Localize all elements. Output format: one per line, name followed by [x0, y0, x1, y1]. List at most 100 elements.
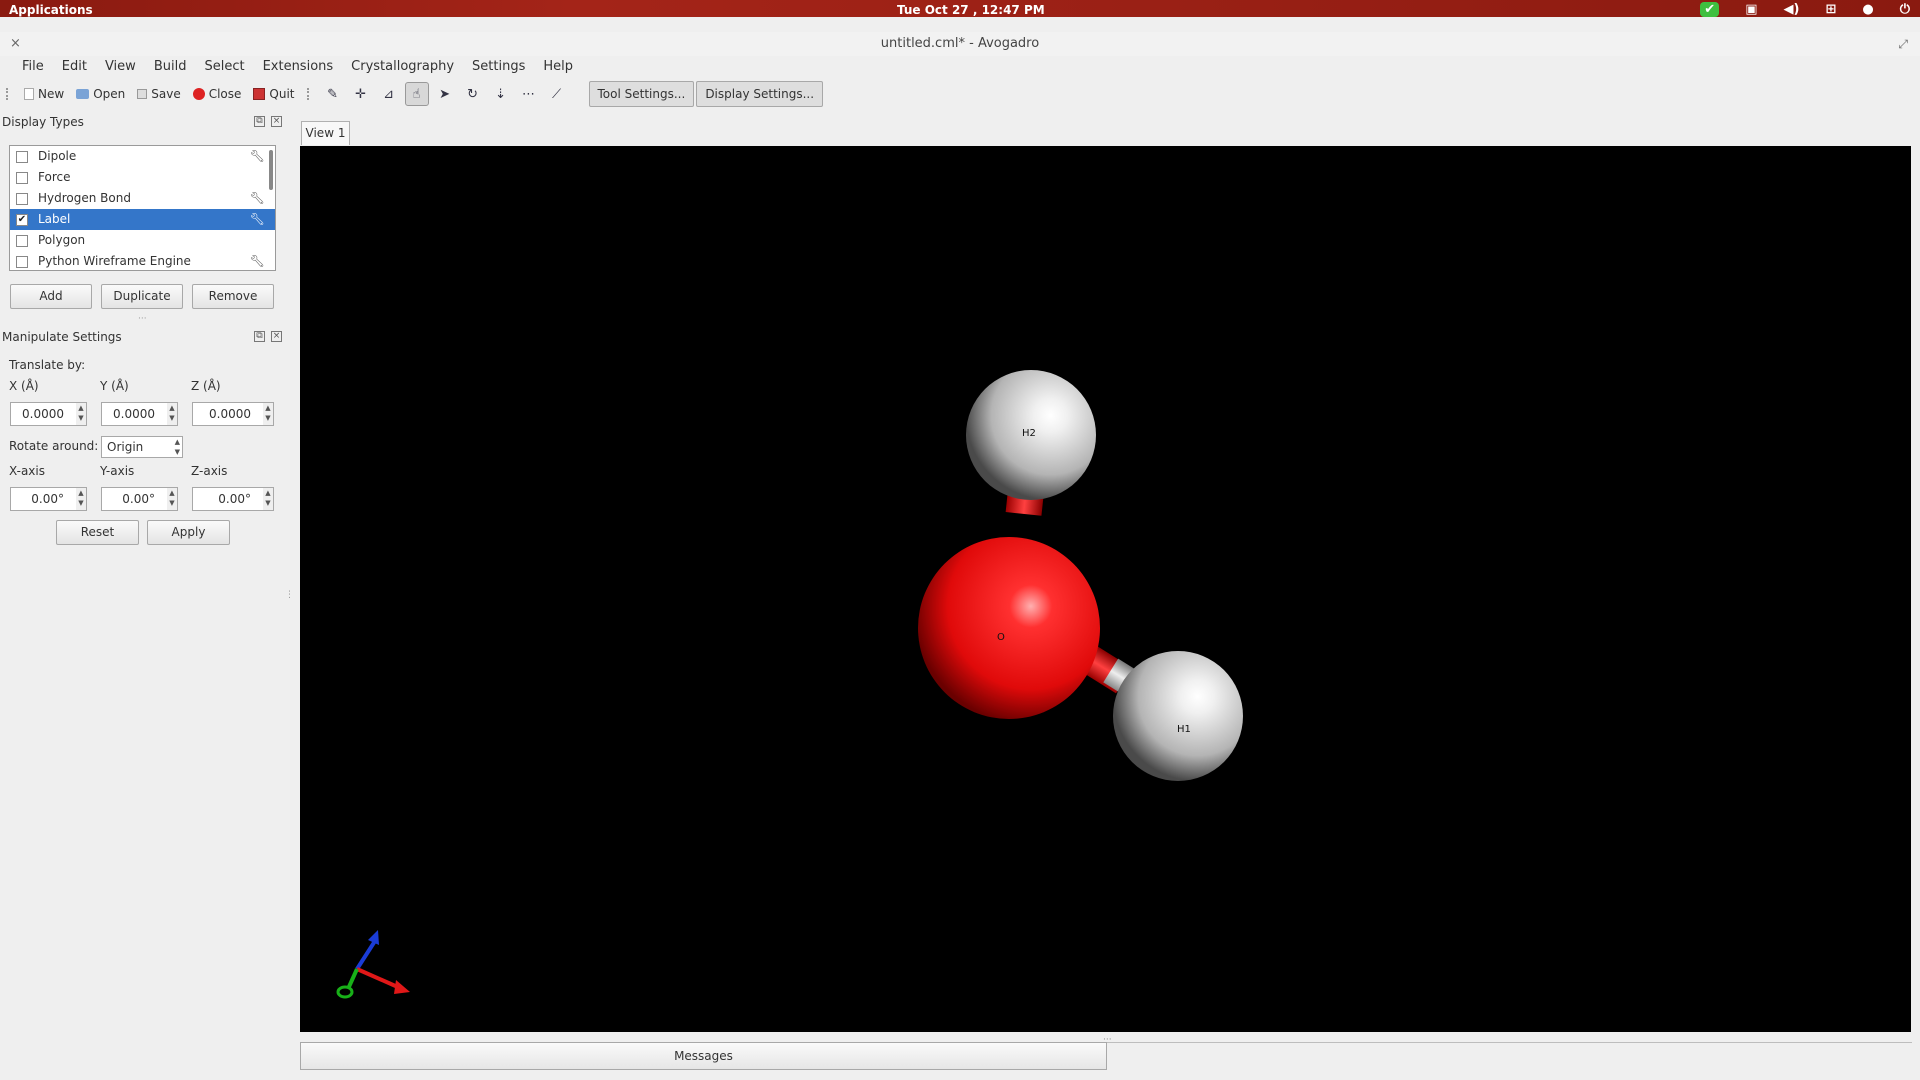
apply-button[interactable]: Apply: [147, 520, 230, 545]
new-file-icon: [24, 88, 34, 100]
vpn-icon[interactable]: ✔: [1700, 2, 1720, 17]
z-axis-label: Z-axis: [191, 464, 228, 478]
rotate-x-input[interactable]: 0.00° ▲ ▼: [10, 487, 87, 511]
rotate-around-select[interactable]: Origin ▲ ▼: [101, 436, 183, 458]
atom-label-h1: H1: [1177, 724, 1191, 735]
wrench-icon[interactable]: 🔧︎: [250, 146, 265, 167]
molecule-render: [336, 370, 1243, 999]
close-dock-icon[interactable]: ×: [271, 331, 282, 342]
maximize-icon[interactable]: ⤢: [1898, 32, 1908, 56]
oxygen-atom[interactable]: [918, 537, 1100, 719]
menu-crystallography[interactable]: Crystallography: [342, 56, 463, 78]
wrench-icon[interactable]: 🔧︎: [250, 209, 265, 230]
list-scrollbar[interactable]: [269, 150, 273, 190]
molecule-3d-view[interactable]: H2 O H1: [300, 146, 1911, 1032]
menu-edit[interactable]: Edit: [53, 56, 96, 78]
display-settings-button[interactable]: Display Settings...: [696, 81, 824, 107]
spin-arrows[interactable]: ▲ ▼: [167, 403, 177, 425]
menu-select[interactable]: Select: [195, 56, 253, 78]
left-dock: Display Types ⧉ × Dipole 🔧︎ Force Hydrog…: [0, 112, 294, 1080]
network-icon[interactable]: ⊞: [1825, 2, 1836, 17]
menu-settings[interactable]: Settings: [463, 56, 534, 78]
display-type-force[interactable]: Force: [10, 167, 275, 188]
volume-icon[interactable]: ◀): [1784, 2, 1800, 17]
add-display-button[interactable]: Add: [10, 284, 92, 309]
y-angstrom-label: Y (Å): [100, 379, 129, 393]
menu-view[interactable]: View: [96, 56, 145, 78]
checkbox[interactable]: [16, 151, 28, 163]
quit-button[interactable]: Quit: [247, 82, 300, 106]
translate-z-input[interactable]: 0.0000 ▲ ▼: [192, 402, 274, 426]
display-types-title: Display Types: [2, 115, 84, 129]
menu-build[interactable]: Build: [145, 56, 196, 78]
auto-optimize-tool-icon[interactable]: ⇣: [489, 82, 513, 106]
display-types-list: Dipole 🔧︎ Force Hydrogen Bond 🔧︎ ✔ Label…: [9, 145, 276, 271]
clock[interactable]: Tue Oct 27 , 12:47 PM: [897, 3, 1045, 17]
float-dock-icon[interactable]: ⧉: [254, 331, 265, 342]
combo-arrows: ▲ ▼: [174, 438, 180, 456]
rotate-around-label: Rotate around:: [9, 439, 99, 453]
open-button[interactable]: Open: [70, 82, 131, 106]
display-type-polygon[interactable]: Polygon: [10, 230, 275, 251]
menu-file[interactable]: File: [13, 56, 53, 78]
hydrogen-atom-h1[interactable]: [1113, 651, 1243, 781]
notification-icon[interactable]: ●: [1862, 2, 1873, 17]
float-dock-icon[interactable]: ⧉: [254, 116, 265, 127]
translate-by-label: Translate by:: [9, 358, 86, 372]
rotate-z-input[interactable]: 0.00° ▲ ▼: [192, 487, 274, 511]
bond-centric-tool-icon[interactable]: ⊿: [377, 82, 401, 106]
close-file-icon: [192, 88, 205, 100]
z-angstrom-label: Z (Å): [191, 379, 221, 393]
translate-x-input[interactable]: 0.0000 ▲ ▼: [10, 402, 87, 426]
checkbox[interactable]: [16, 235, 28, 247]
keyboard-icon[interactable]: ▣: [1745, 2, 1757, 17]
x-angstrom-label: X (Å): [9, 379, 39, 393]
save-icon: [137, 89, 148, 99]
x-axis-label: X-axis: [9, 464, 45, 478]
draw-tool-icon[interactable]: ✎: [321, 82, 345, 106]
menu-extensions[interactable]: Extensions: [254, 56, 343, 78]
toolbar-grip-2[interactable]: [306, 88, 311, 100]
spin-arrows[interactable]: ▲ ▼: [76, 488, 86, 510]
tab-view-1[interactable]: View 1: [301, 121, 350, 145]
close-window-icon[interactable]: ×: [10, 32, 21, 56]
select-tool-icon[interactable]: ➤: [433, 82, 457, 106]
menu-help[interactable]: Help: [534, 56, 582, 78]
translate-y-input[interactable]: 0.0000 ▲ ▼: [101, 402, 178, 426]
display-type-dipole[interactable]: Dipole 🔧︎: [10, 146, 275, 167]
checkbox-checked[interactable]: ✔: [16, 214, 28, 226]
remove-display-button[interactable]: Remove: [192, 284, 274, 309]
display-type-python-wireframe[interactable]: Python Wireframe Engine 🔧︎: [10, 251, 275, 270]
checkbox[interactable]: [16, 193, 28, 205]
display-type-label[interactable]: ✔ Label 🔧︎: [10, 209, 275, 230]
applications-menu[interactable]: Applications: [9, 3, 93, 17]
power-icon[interactable]: ⏻: [1900, 2, 1910, 17]
reset-button[interactable]: Reset: [56, 520, 139, 545]
dock-splitter-handle[interactable]: ···: [138, 314, 147, 324]
wrench-icon[interactable]: 🔧︎: [250, 251, 265, 270]
align-tool-icon[interactable]: ⟋: [545, 82, 569, 106]
checkbox[interactable]: [16, 256, 28, 268]
spin-arrows[interactable]: ▲ ▼: [167, 488, 177, 510]
toolbar-grip[interactable]: [6, 88, 10, 100]
dock-resize-handle[interactable]: ⋮: [285, 590, 294, 600]
spin-arrows[interactable]: ▲ ▼: [263, 403, 273, 425]
manipulate-tool-icon[interactable]: ☝: [404, 82, 429, 106]
messages-button[interactable]: Messages: [300, 1042, 1107, 1070]
display-types-controls: ⧉ ×: [254, 116, 282, 127]
wrench-icon[interactable]: 🔧︎: [250, 188, 265, 209]
save-button[interactable]: Save: [131, 82, 186, 106]
close-button[interactable]: Close: [187, 82, 248, 106]
spin-arrows[interactable]: ▲ ▼: [263, 488, 273, 510]
rotate-y-input[interactable]: 0.00° ▲ ▼: [101, 487, 178, 511]
measure-tool-icon[interactable]: ⋯: [517, 82, 541, 106]
spin-arrows[interactable]: ▲ ▼: [76, 403, 86, 425]
new-button[interactable]: New: [18, 82, 70, 106]
checkbox[interactable]: [16, 172, 28, 184]
close-dock-icon[interactable]: ×: [271, 116, 282, 127]
tool-settings-button[interactable]: Tool Settings...: [588, 81, 695, 107]
auto-rotate-tool-icon[interactable]: ↻: [461, 82, 485, 106]
navigate-tool-icon[interactable]: ✛: [349, 82, 373, 106]
display-type-hydrogen-bond[interactable]: Hydrogen Bond 🔧︎: [10, 188, 275, 209]
duplicate-display-button[interactable]: Duplicate: [101, 284, 183, 309]
